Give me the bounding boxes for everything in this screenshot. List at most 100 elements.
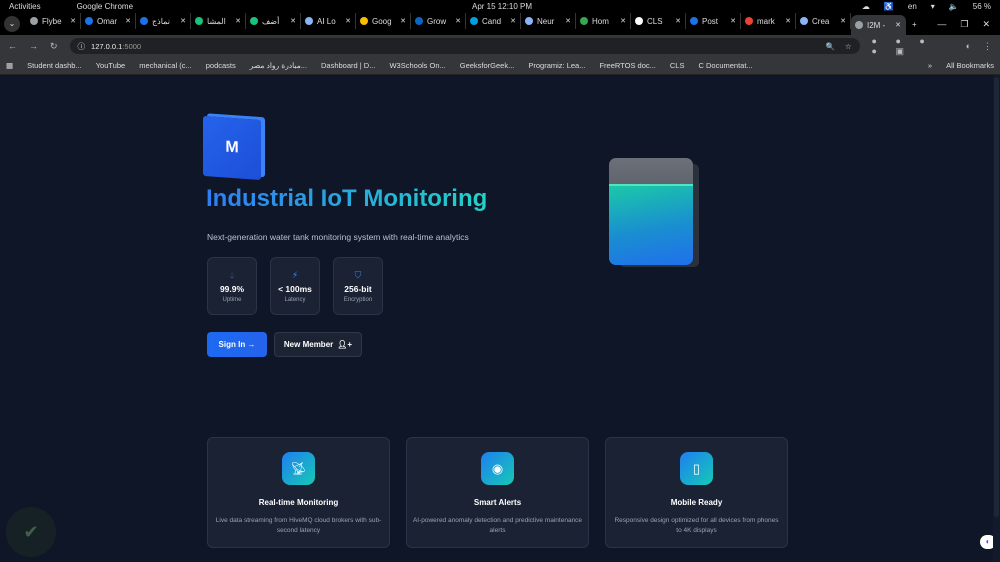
close-tab-icon[interactable]: ✕: [895, 21, 901, 29]
browser-tab[interactable]: المشا ✕: [191, 13, 246, 29]
close-tab-icon[interactable]: ✕: [675, 17, 681, 25]
more-bookmarks-icon[interactable]: »: [928, 61, 932, 70]
volume-icon[interactable]: 🔈: [949, 2, 959, 11]
close-tab-icon[interactable]: ✕: [455, 17, 461, 25]
language-indicator[interactable]: en: [908, 2, 917, 11]
feature-card-monitoring: 📡︎ Real-time Monitoring Live data streamin…: [207, 437, 390, 548]
tab-search-button[interactable]: ⌄: [4, 16, 20, 32]
landing-page: M Industrial IoT Monitoring Next-generat…: [0, 75, 996, 562]
droplet-icon: 💧︎: [230, 269, 234, 280]
address-bar[interactable]: ⓘ 127.0.0.1:5000 🔍 ☆: [69, 38, 860, 54]
wifi-icon[interactable]: ▾: [931, 2, 935, 11]
bookmark-item[interactable]: Dashboard | D...: [321, 61, 375, 70]
page-subtitle: Next-generation water tank monitoring sy…: [207, 232, 469, 242]
page-title: Industrial IoT Monitoring: [206, 185, 488, 212]
close-tab-icon[interactable]: ✕: [510, 17, 516, 25]
profile-avatar[interactable]: ◐: [966, 41, 971, 51]
browser-tab[interactable]: Neur ✕: [521, 13, 576, 29]
browser-tab[interactable]: Crea ✕: [796, 13, 851, 29]
site-info-icon[interactable]: ⓘ: [78, 41, 86, 52]
close-tab-icon[interactable]: ✕: [70, 17, 76, 25]
favicon-icon: [140, 17, 148, 25]
mobile-icon: ▯: [680, 452, 713, 485]
favicon-icon: [250, 17, 258, 25]
toolbar: ← → ↻ ⓘ 127.0.0.1:5000 🔍 ☆ ● ● ● ● ▣ ◐ ⋮: [0, 35, 1000, 57]
favicon-icon: [360, 17, 368, 25]
activities-button[interactable]: Activities: [9, 2, 41, 11]
favicon-icon: [470, 17, 478, 25]
browser-tab[interactable]: Goog ✕: [356, 13, 411, 29]
close-tab-icon[interactable]: ✕: [620, 17, 626, 25]
stat-uptime: 💧︎ 99.9% Uptime: [207, 257, 257, 315]
bookmark-item[interactable]: Student dashb...: [27, 61, 82, 70]
bookmark-item[interactable]: YouTube: [96, 61, 125, 70]
bookmark-item[interactable]: FreeRTOS doc...: [599, 61, 655, 70]
reload-button[interactable]: ↻: [50, 41, 58, 52]
bookmark-item[interactable]: GeeksforGeek...: [460, 61, 515, 70]
accessibility-icon[interactable]: ♿: [884, 2, 894, 11]
bookmark-item[interactable]: CLS: [670, 61, 685, 70]
browser-tab[interactable]: نماذج ✕: [136, 13, 191, 29]
maximize-button[interactable]: ❐: [960, 19, 968, 30]
menu-icon[interactable]: ⋮: [983, 41, 992, 52]
cloud-icon[interactable]: ☁: [862, 2, 870, 11]
extension-icons[interactable]: ● ● ● ● ▣: [872, 36, 954, 57]
close-tab-icon[interactable]: ✕: [730, 17, 736, 25]
browser-tab[interactable]: CLS ✕: [631, 13, 686, 29]
back-button[interactable]: ←: [8, 41, 17, 51]
close-tab-icon[interactable]: ✕: [180, 17, 186, 25]
app-name: Google Chrome: [76, 2, 134, 11]
sign-in-button[interactable]: Sign In →: [207, 332, 267, 357]
forward-button[interactable]: →: [29, 41, 38, 51]
satellite-dish-icon: 📡︎: [282, 452, 315, 485]
bookmark-item[interactable]: C Documentat...: [698, 61, 752, 70]
browser-tab[interactable]: AI Lo ✕: [301, 13, 356, 29]
apps-icon[interactable]: ▦: [6, 61, 13, 70]
browser-tab[interactable]: I2M - ✕: [851, 15, 906, 35]
browser-tab[interactable]: Hom ✕: [576, 13, 631, 29]
battery-indicator[interactable]: 56 %: [973, 2, 991, 11]
zoom-icon[interactable]: 🔍: [825, 42, 834, 51]
bookmarks-bar: ▦ Student dashb... YouTube mechanical (c..…: [0, 57, 1000, 75]
watermark-logo-icon: ✔: [6, 507, 56, 557]
new-tab-button[interactable]: +: [912, 20, 917, 29]
shield-icon: ⛉: [354, 269, 362, 280]
close-tab-icon[interactable]: ✕: [345, 17, 351, 25]
browser-tab[interactable]: Post ✕: [686, 13, 741, 29]
browser-tab[interactable]: Omar ✕: [81, 13, 136, 29]
bookmark-item[interactable]: مبادرة رواد مصر...: [250, 61, 307, 70]
bookmark-item[interactable]: Programiz: Lea...: [528, 61, 585, 70]
favicon-icon: [855, 21, 863, 29]
browser-tab[interactable]: mark ✕: [741, 13, 796, 29]
favicon-icon: [85, 17, 93, 25]
favicon-icon: [800, 17, 808, 25]
minimize-button[interactable]: —: [937, 19, 946, 30]
favicon-icon: [415, 17, 423, 25]
close-tab-icon[interactable]: ✕: [125, 17, 131, 25]
close-tab-icon[interactable]: ✕: [400, 17, 406, 25]
browser-tab[interactable]: Grow ✕: [411, 13, 466, 29]
close-tab-icon[interactable]: ✕: [235, 17, 241, 25]
browser-tab[interactable]: Flybe ✕: [26, 13, 81, 29]
bookmark-item[interactable]: W3Schools On...: [389, 61, 445, 70]
stat-latency: ⚡︎ < 100ms Latency: [270, 257, 320, 315]
bookmark-item[interactable]: mechanical (c...: [139, 61, 192, 70]
close-tab-icon[interactable]: ✕: [565, 17, 571, 25]
bookmark-star-icon[interactable]: ☆: [845, 42, 852, 51]
clock[interactable]: Apr 15 12:10 PM: [472, 2, 532, 11]
browser-tab[interactable]: أضف ✕: [246, 13, 301, 29]
favicon-icon: [580, 17, 588, 25]
page-scrollbar[interactable]: [993, 75, 1000, 562]
close-window-button[interactable]: ✕: [982, 19, 990, 30]
new-member-button[interactable]: New Member 👤︎+: [274, 332, 362, 357]
stat-encryption: ⛉ 256-bit Encryption: [333, 257, 383, 315]
favicon-icon: [305, 17, 313, 25]
browser-tab[interactable]: Cand ✕: [466, 13, 521, 29]
bookmark-item[interactable]: podcasts: [206, 61, 236, 70]
system-bar: Activities Google Chrome Apr 15 12:10 PM…: [0, 0, 1000, 13]
all-bookmarks[interactable]: All Bookmarks: [946, 61, 994, 70]
close-tab-icon[interactable]: ✕: [840, 17, 846, 25]
close-tab-icon[interactable]: ✕: [290, 17, 296, 25]
close-tab-icon[interactable]: ✕: [785, 17, 791, 25]
favicon-icon: [635, 17, 643, 25]
